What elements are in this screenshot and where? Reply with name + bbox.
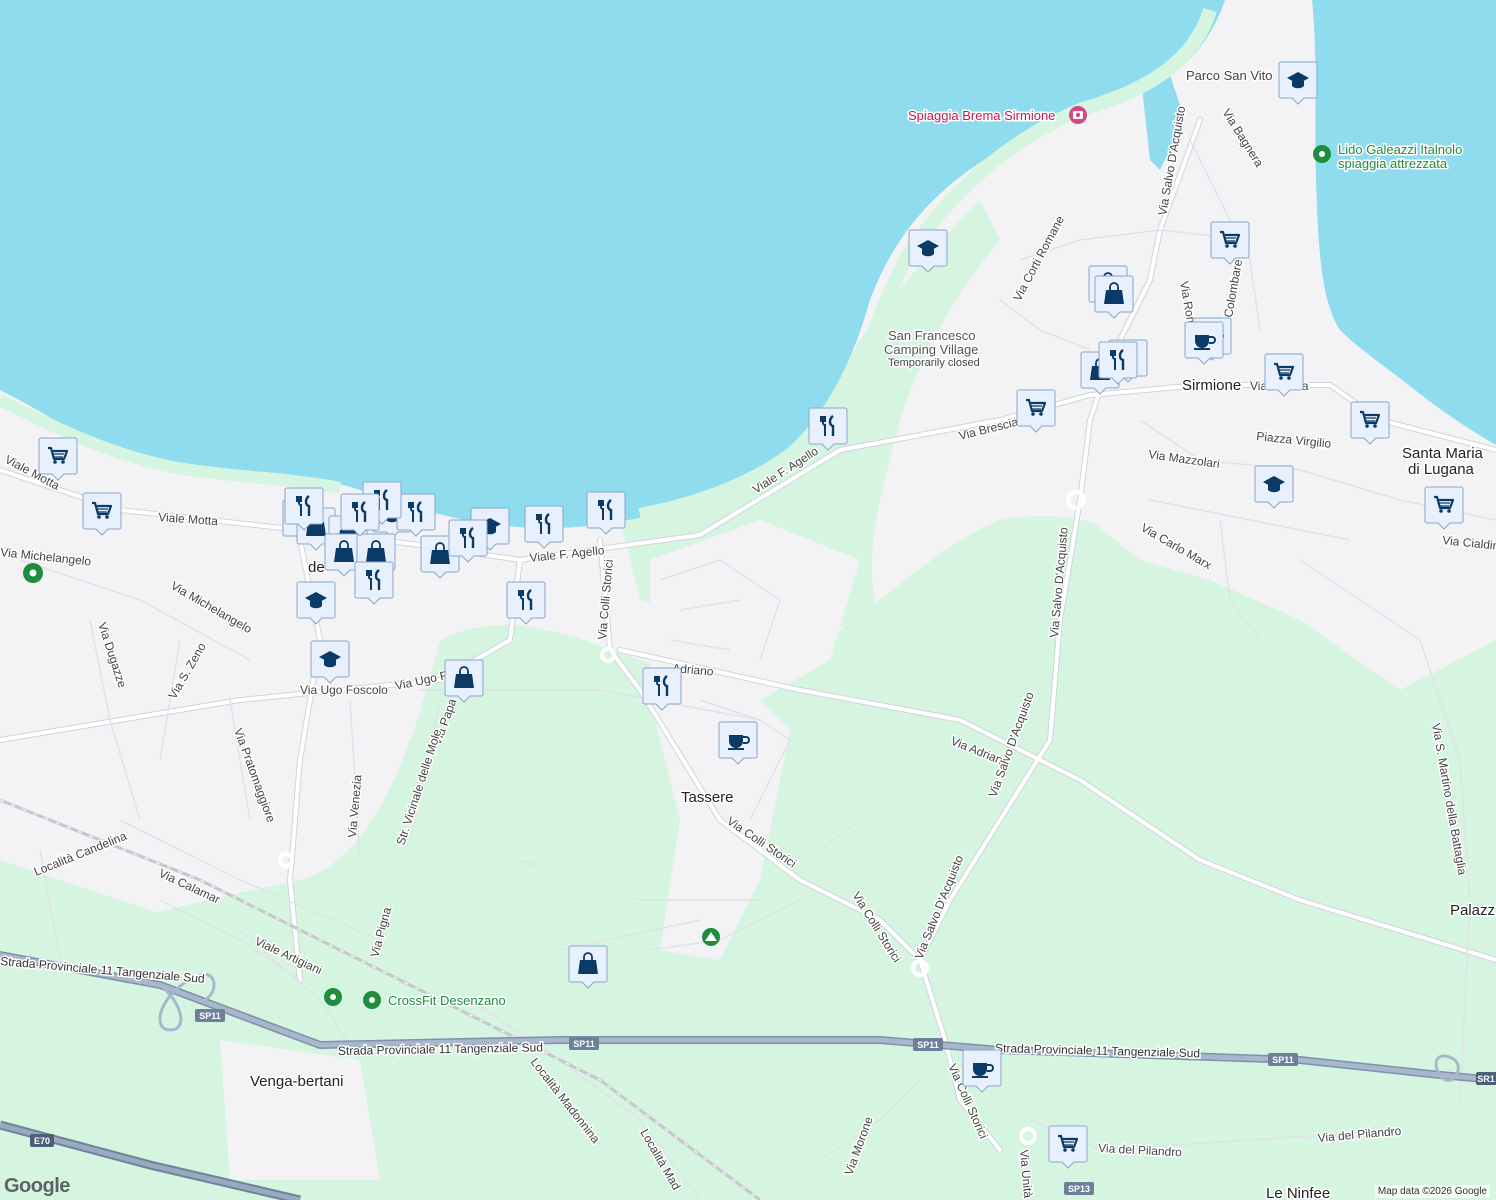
marker-cafe[interactable] [1184,321,1224,365]
place-desenzano-fragment: de [308,559,325,576]
marker-education[interactable] [908,229,948,273]
marker-restaurant[interactable] [642,667,682,711]
marker-grocery[interactable] [1264,353,1304,397]
poi-lido-label-2: spiaggia attrezzata [1338,156,1448,171]
marker-grocery[interactable] [38,437,78,481]
shield-sp11-west: SP11 [195,1009,225,1022]
poi-park-west[interactable] [23,563,43,583]
marker-restaurant[interactable] [506,581,546,625]
svg-text:E70: E70 [34,1136,50,1146]
marker-shopping[interactable] [568,945,608,989]
svg-text:SR1: SR1 [1477,1074,1495,1084]
place-tassere: Tassere [681,789,734,806]
shield-sp13: SP13 [1064,1182,1094,1195]
street-via-ugo-foscolo-a: Via Ugo Foscolo [300,683,388,697]
poi-camping-label-2: Camping Village [884,342,978,357]
urban-area-venga [220,1040,380,1180]
map-attribution: Map data ©2026 Google [1374,1185,1490,1198]
poi-crossfit-label: CrossFit Desenzano [388,993,506,1008]
marker-education[interactable] [310,640,350,684]
marker-restaurant[interactable] [448,519,488,563]
marker-cafe[interactable] [718,721,758,765]
place-palazz: Palazz [1450,902,1495,919]
shield-sp11-mid: SP11 [569,1037,599,1050]
place-santa-maria-1: Santa Maria [1402,445,1484,462]
marker-restaurant[interactable] [340,493,380,537]
marker-shopping[interactable] [444,659,484,703]
marker-grocery[interactable] [1016,389,1056,433]
place-santa-maria-2: di Lugana [1408,461,1475,478]
svg-text:SP11: SP11 [1272,1055,1294,1065]
marker-restaurant[interactable] [354,561,394,605]
place-venga-bertani: Venga-bertani [250,1073,343,1090]
marker-education[interactable] [1278,61,1318,105]
place-sirmione: Sirmione [1182,377,1241,394]
marker-grocery[interactable] [82,492,122,536]
svg-text:SP11: SP11 [573,1039,595,1049]
place-parco-san-vito: Parco San Vito [1186,68,1272,83]
marker-grocery[interactable] [1210,221,1250,265]
poi-camping[interactable]: San Francesco Camping Village Temporaril… [883,327,982,371]
marker-cafe[interactable] [962,1049,1002,1093]
shield-e70: E70 [30,1134,54,1147]
svg-text:SP11: SP11 [917,1040,939,1050]
svg-text:SP13: SP13 [1068,1184,1090,1194]
marker-restaurant[interactable] [284,487,324,531]
marker-education[interactable] [1254,465,1294,509]
poi-spiaggia-brema-label: Spiaggia Brema Sirmione [908,108,1055,123]
map-canvas[interactable]: SP11 SP11 SP11 SP11 SP13 E70 SR1 Strada … [0,0,1496,1200]
place-le-ninfee: Le Ninfee [1266,1185,1330,1200]
shield-sp11-east: SP11 [1268,1053,1298,1066]
marker-shopping[interactable] [1094,275,1134,319]
marker-restaurant[interactable] [808,407,848,451]
shield-sr11: SR1 [1476,1072,1496,1085]
poi-lido-label-1: Lido Galeazzi Italnolo [1338,142,1462,157]
svg-text:SP11: SP11 [199,1011,221,1021]
marker-grocery[interactable] [1048,1125,1088,1169]
marker-grocery[interactable] [1424,486,1464,530]
shield-sp11-center: SP11 [913,1038,943,1051]
marker-education[interactable] [296,581,336,625]
marker-grocery[interactable] [1350,401,1390,445]
marker-restaurant[interactable] [586,491,626,535]
marker-restaurant[interactable] [524,505,564,549]
poi-camping-label-3: Temporarily closed [888,357,980,369]
marker-restaurant[interactable] [1098,341,1138,385]
poi-campground[interactable] [702,928,720,946]
google-logo: Google [4,1175,70,1197]
poi-camping-label-1: San Francesco [888,328,975,343]
marker-restaurant[interactable] [396,493,436,537]
